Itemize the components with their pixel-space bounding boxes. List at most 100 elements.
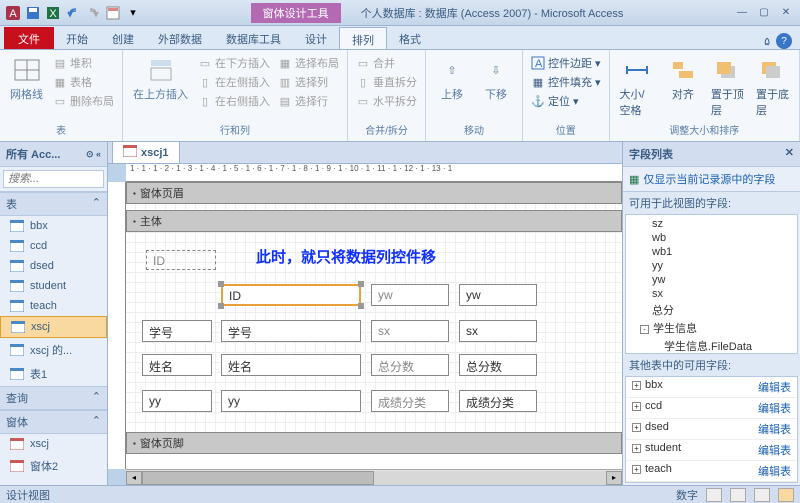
section-form-footer[interactable]: 窗体页脚 xyxy=(126,432,622,454)
document-tab[interactable]: xscj1 xyxy=(112,142,180,163)
label-zongfen[interactable]: 总分数 xyxy=(459,354,537,376)
label-xuehao-l[interactable]: 学号 xyxy=(142,320,212,342)
textbox-sx[interactable]: sx xyxy=(371,320,449,342)
tab-dbtools[interactable]: 数据库工具 xyxy=(214,27,293,49)
gridlines-button[interactable]: 网格线 xyxy=(6,54,47,104)
label-id-selected[interactable]: ID xyxy=(221,284,361,306)
help-icon[interactable]: ? xyxy=(776,33,792,49)
textbox-chengji[interactable]: 成绩分类 xyxy=(371,390,449,412)
padding-button[interactable]: ▦控件填充 ▾ xyxy=(529,73,603,91)
tab-design[interactable]: 设计 xyxy=(293,27,339,49)
nav-item-form-xscj[interactable]: xscj xyxy=(0,434,107,454)
tree-expand-icon[interactable]: + xyxy=(632,465,641,474)
bring-front-button[interactable]: 置于顶层 xyxy=(707,54,748,120)
nav-item-student[interactable]: student xyxy=(0,276,107,296)
other-row-bbx[interactable]: +bbx编辑表 xyxy=(626,377,797,398)
field-yw[interactable]: yw xyxy=(628,273,795,287)
tree-collapse-icon[interactable]: - xyxy=(640,325,649,334)
tree-expand-icon[interactable]: + xyxy=(632,423,641,432)
tab-home[interactable]: 开始 xyxy=(54,27,100,49)
minimize-button[interactable]: — xyxy=(732,5,752,21)
file-tab[interactable]: 文件 xyxy=(4,27,54,49)
nav-item-bbx[interactable]: bbx xyxy=(0,216,107,236)
other-row-xscj-copy[interactable]: +xscj 的副本编辑表 xyxy=(626,482,797,483)
edit-table-link[interactable]: 编辑表 xyxy=(758,400,791,416)
anchor-button[interactable]: ⚓定位 ▾ xyxy=(529,92,603,110)
available-fields-tree[interactable]: sz wb wb1 yy yw sx 总分 -学生信息 学生信息.FileDat… xyxy=(625,214,798,354)
form-design-surface[interactable]: 窗体页眉 主体 ID 此时，就只将数据列控件移 ID yw yw 学号 学号 s… xyxy=(126,182,622,469)
field-sx[interactable]: sx xyxy=(628,287,795,301)
collapse-nav-icon[interactable]: ⊙ « xyxy=(86,149,101,160)
label-xingming-l[interactable]: 姓名 xyxy=(142,354,212,376)
selection-handle[interactable] xyxy=(358,281,364,287)
form-header-body[interactable] xyxy=(126,204,622,210)
qat-dropdown-icon[interactable]: ▾ xyxy=(124,4,142,22)
other-row-ccd[interactable]: +ccd编辑表 xyxy=(626,398,797,419)
nav-item-form2[interactable]: 窗体2 xyxy=(0,454,107,478)
select-col-button[interactable]: ▥选择列 xyxy=(276,73,341,91)
label-sx[interactable]: sx xyxy=(459,320,537,342)
tab-format[interactable]: 格式 xyxy=(387,27,433,49)
redo-icon[interactable] xyxy=(84,4,102,22)
label-xuehao-r[interactable]: 学号 xyxy=(221,320,361,342)
nav-group-forms[interactable]: 窗体⌃ xyxy=(0,410,107,434)
detail-body[interactable]: ID 此时，就只将数据列控件移 ID yw yw 学号 学号 sx sx 姓名 … xyxy=(126,232,622,432)
tab-create[interactable]: 创建 xyxy=(100,27,146,49)
move-up-button[interactable]: ⇧上移 xyxy=(432,54,472,104)
label-yy-r[interactable]: yy xyxy=(221,390,361,412)
textbox-yw[interactable]: yw xyxy=(371,284,449,306)
remove-layout-button[interactable]: ▭删除布局 xyxy=(51,92,116,110)
field-parent-studentinfo[interactable]: -学生信息 xyxy=(628,319,795,337)
label-id-dragsource[interactable]: ID xyxy=(146,250,216,270)
restore-button[interactable]: ▢ xyxy=(754,5,774,21)
vertical-ruler[interactable] xyxy=(108,182,126,469)
undo-icon[interactable] xyxy=(64,4,82,22)
tree-expand-icon[interactable]: + xyxy=(632,381,641,390)
select-layout-button[interactable]: ▦选择布局 xyxy=(276,54,341,72)
field-wb1[interactable]: wb1 xyxy=(628,245,795,259)
move-down-button[interactable]: ⇩下移 xyxy=(476,54,516,104)
view-layout-button[interactable] xyxy=(754,488,770,502)
scroll-right-button[interactable]: ▸ xyxy=(606,471,622,485)
edit-table-link[interactable]: 编辑表 xyxy=(758,421,791,437)
merge-button[interactable]: ▭合并 xyxy=(354,54,419,72)
label-xingming-r[interactable]: 姓名 xyxy=(221,354,361,376)
selection-handle[interactable] xyxy=(218,281,224,287)
section-detail[interactable]: 主体 xyxy=(126,210,622,232)
select-row-button[interactable]: ▤选择行 xyxy=(276,92,341,110)
edit-table-link[interactable]: 编辑表 xyxy=(758,463,791,479)
search-input[interactable] xyxy=(3,170,104,188)
tree-expand-icon[interactable]: + xyxy=(632,402,641,411)
insert-below-button[interactable]: ▭在下方插入 xyxy=(196,54,272,72)
hsplit-button[interactable]: ▭水平拆分 xyxy=(354,92,419,110)
other-row-dsed[interactable]: +dsed编辑表 xyxy=(626,419,797,440)
form-icon[interactable] xyxy=(104,4,122,22)
tab-external[interactable]: 外部数据 xyxy=(146,27,214,49)
stacked-button[interactable]: ▤堆积 xyxy=(51,54,116,72)
nav-item-table1[interactable]: 表1 xyxy=(0,362,107,386)
section-form-header[interactable]: 窗体页眉 xyxy=(126,182,622,204)
nav-item-xscj[interactable]: xscj xyxy=(0,316,107,338)
field-wb[interactable]: wb xyxy=(628,231,795,245)
margins-button[interactable]: A控件边距 ▾ xyxy=(529,54,603,72)
textbox-zongfen[interactable]: 总分数 xyxy=(371,354,449,376)
edit-table-link[interactable]: 编辑表 xyxy=(758,379,791,395)
other-row-student[interactable]: +student编辑表 xyxy=(626,440,797,461)
align-button[interactable]: 对齐 xyxy=(663,54,703,104)
label-yy-l[interactable]: yy xyxy=(142,390,212,412)
tabular-button[interactable]: ▦表格 xyxy=(51,73,116,91)
label-chengji[interactable]: 成绩分类 xyxy=(459,390,537,412)
save-icon[interactable] xyxy=(24,4,42,22)
view-form-button[interactable] xyxy=(706,488,722,502)
nav-item-ccd[interactable]: ccd xyxy=(0,236,107,256)
field-sz[interactable]: sz xyxy=(628,217,795,231)
nav-item-xscj-copy[interactable]: xscj 的... xyxy=(0,338,107,362)
other-row-teach[interactable]: +teach编辑表 xyxy=(626,461,797,482)
scroll-thumb[interactable] xyxy=(142,471,374,485)
show-only-source-fields-link[interactable]: ▦ 仅显示当前记录源中的字段 xyxy=(623,167,800,192)
nav-item-dsed[interactable]: dsed xyxy=(0,256,107,276)
horizontal-scrollbar[interactable]: ◂ ▸ xyxy=(126,469,622,485)
field-filedata[interactable]: 学生信息.FileData xyxy=(628,337,795,354)
selection-handle[interactable] xyxy=(218,303,224,309)
selection-handle[interactable] xyxy=(358,303,364,309)
